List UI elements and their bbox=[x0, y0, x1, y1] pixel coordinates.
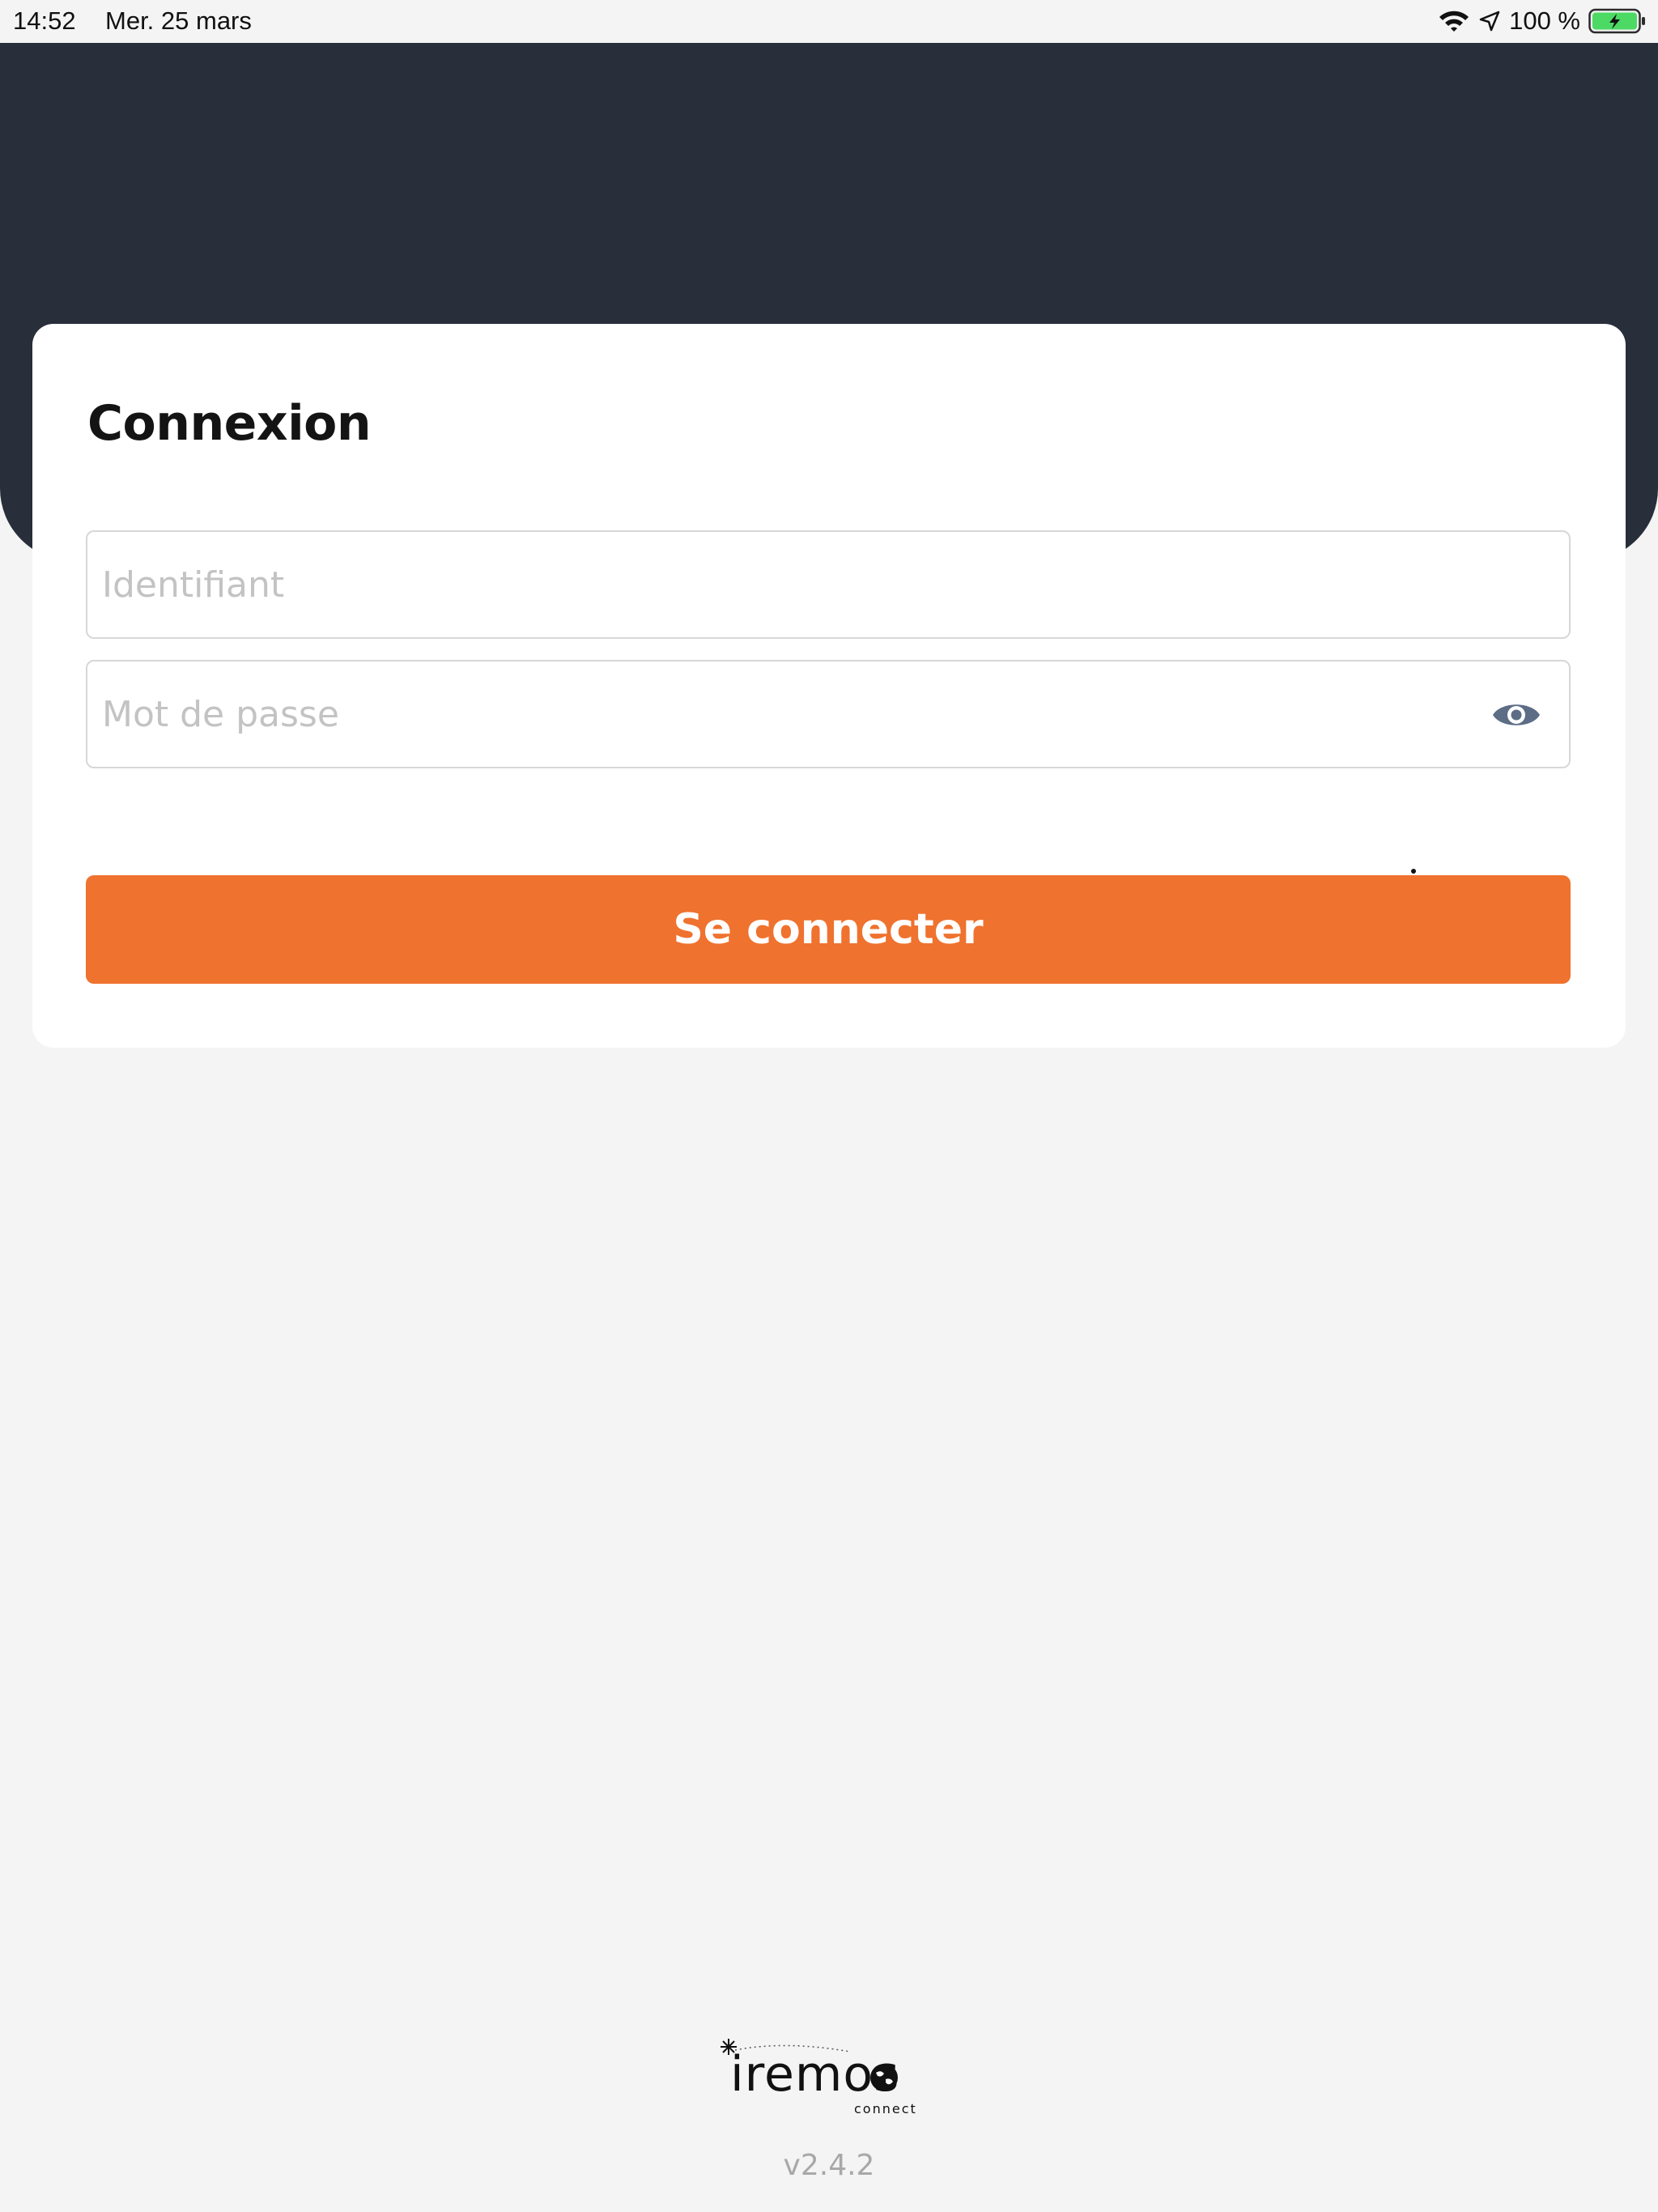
status-indicators: 100 % bbox=[1438, 5, 1647, 37]
username-input[interactable] bbox=[87, 532, 1569, 637]
wifi-icon bbox=[1438, 9, 1470, 33]
page-title: Connexion bbox=[87, 395, 372, 452]
battery-percentage: 100 % bbox=[1509, 6, 1580, 35]
status-time: 14:52 bbox=[13, 6, 76, 35]
stray-dot bbox=[1411, 869, 1416, 874]
username-field bbox=[86, 530, 1571, 639]
app-version: v2.4.2 bbox=[783, 2149, 875, 2182]
login-card: Connexion Se connecter bbox=[32, 324, 1626, 1048]
login-button[interactable]: Se connecter bbox=[86, 875, 1571, 984]
status-bar: 14:52 Mer. 25 mars 100 % bbox=[0, 0, 1658, 43]
login-screen: 14:52 Mer. 25 mars 100 % Connexion Ident… bbox=[0, 0, 1658, 2212]
location-arrow-icon bbox=[1478, 10, 1501, 32]
show-password-eye-icon[interactable] bbox=[1491, 696, 1541, 734]
password-input[interactable] bbox=[87, 661, 1569, 767]
status-date: Mer. 25 mars bbox=[105, 6, 252, 35]
battery-charging-icon bbox=[1588, 7, 1647, 35]
iremos-connect-logo: iremos connect bbox=[712, 2032, 947, 2121]
password-field bbox=[86, 660, 1571, 768]
logo-subtext: connect bbox=[854, 2101, 917, 2116]
